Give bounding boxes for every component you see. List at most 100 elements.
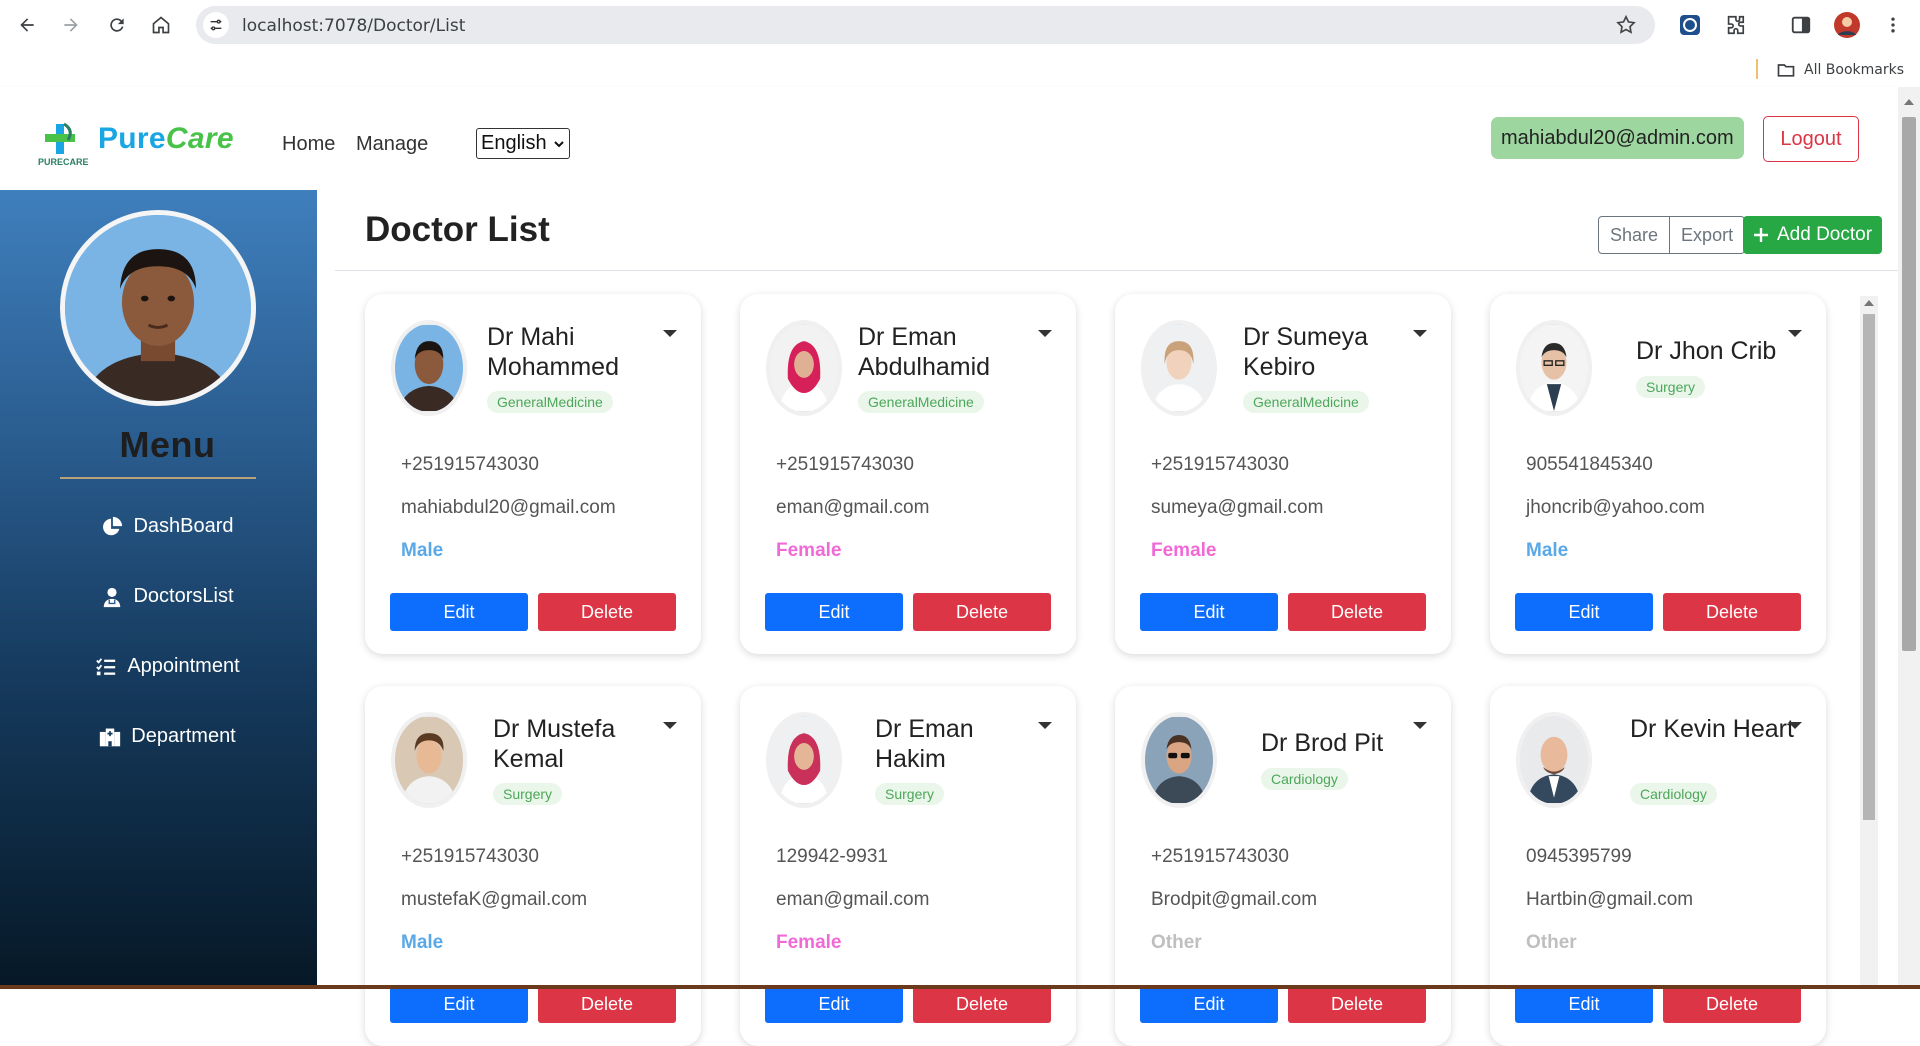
delete-button[interactable]: Delete [1288,985,1426,1023]
delete-button[interactable]: Delete [1663,593,1801,631]
delete-button[interactable]: Delete [1288,593,1426,631]
doctor-phone: +251915743030 [401,454,539,475]
doctor-name: Dr Mahi Mohammed [487,323,619,381]
department-badge: Surgery [1636,376,1706,398]
doctor-card: Dr Brod Pit Cardiology +251915743030 Bro… [1115,686,1451,1046]
cards-scroll-thumb[interactable] [1863,314,1875,820]
department-badge: GeneralMedicine [487,391,613,413]
home-icon[interactable] [146,10,176,40]
side-panel-icon[interactable] [1788,12,1814,38]
card-dropdown-caret-icon[interactable] [663,330,677,337]
browser-chrome: localhost:7078/Doctor/List All Bookmarks [0,0,1920,87]
doctor-name: Dr Mustefa Kemal [493,715,616,773]
doctor-name: Dr Jhon Crib [1636,337,1777,365]
doctor-email: Hartbin@gmail.com [1526,889,1694,910]
main-content: Doctor List Share Export Add Doctor Dr M… [317,190,1898,1046]
card-dropdown-caret-icon[interactable] [663,722,677,729]
cards-scrollbar[interactable] [1860,296,1878,989]
delete-button[interactable]: Delete [538,985,676,1023]
doctor-photo [766,712,842,808]
profile-avatar-icon[interactable] [1834,12,1860,38]
card-dropdown-caret-icon[interactable] [1413,330,1427,337]
department-badge: Cardiology [1261,768,1348,790]
doctor-gender: Female [776,932,842,953]
logout-button[interactable]: Logout [1763,116,1859,162]
doctor-photo [391,320,467,416]
extension-app-icon[interactable] [1677,12,1703,38]
address-bar[interactable]: localhost:7078/Doctor/List [196,6,1655,44]
delete-button[interactable]: Delete [538,593,676,631]
reload-icon[interactable] [102,10,132,40]
delete-button[interactable]: Delete [913,593,1051,631]
all-bookmarks-button[interactable]: All Bookmarks [1776,60,1904,80]
export-button[interactable]: Export [1670,216,1746,254]
sidebar-item-dashboard[interactable]: DashBoard [0,515,335,538]
checklist-icon [96,657,116,675]
browser-toolbar: localhost:7078/Doctor/List [0,0,1920,50]
edit-button[interactable]: Edit [765,593,903,631]
edit-button[interactable]: Edit [390,985,528,1023]
card-dropdown-caret-icon[interactable] [1788,330,1802,337]
bookmarks-separator [1756,59,1758,79]
doctor-phone: 0945395799 [1526,846,1632,867]
bookmark-star-icon[interactable] [1615,14,1637,36]
edit-button[interactable]: Edit [1515,593,1653,631]
doctor-gender: Male [401,932,444,953]
purecare-logo[interactable]: PURECARE PureCare [38,120,234,168]
menu-title: Menu [119,424,216,465]
user-avatar [60,210,256,406]
hospital-icon [100,728,121,746]
card-dropdown-caret-icon[interactable] [1038,722,1052,729]
scroll-up-arrow-icon[interactable] [1904,99,1914,105]
language-select[interactable]: English [476,128,570,159]
doctor-gender: Male [1526,540,1569,561]
sidebar-item-label: Department [131,725,236,747]
doctor-email: mahiabdul20@gmail.com [401,497,616,518]
menu-divider [60,477,256,479]
doctor-photo [1516,320,1592,416]
delete-button[interactable]: Delete [1663,985,1801,1023]
url-text: localhost:7078/Doctor/List [242,16,466,36]
edit-button[interactable]: Edit [390,593,528,631]
doctor-phone: +251915743030 [1151,846,1289,867]
doctor-phone: +251915743030 [1151,454,1289,475]
doctor-card: Dr Eman Hakim Surgery 129942-9931 eman@g… [740,686,1076,1046]
scroll-up-arrow-icon[interactable] [1864,300,1874,306]
nav-manage-link[interactable]: Manage [356,133,428,156]
share-button[interactable]: Share [1598,216,1671,254]
edit-button[interactable]: Edit [1140,593,1278,631]
sidebar-item-department[interactable]: Department [0,725,335,748]
add-doctor-button[interactable]: Add Doctor [1743,216,1883,254]
card-dropdown-caret-icon[interactable] [1788,722,1802,729]
back-icon[interactable] [12,10,42,40]
doctor-email: sumeya@gmail.com [1151,497,1324,518]
department-badge: Surgery [493,783,563,805]
doctor-photo [1516,712,1592,808]
page-scroll-thumb[interactable] [1902,117,1916,651]
page-scrollbar[interactable] [1898,87,1920,989]
sidebar-item-doctorslist[interactable]: DoctorsList [0,585,335,608]
browser-menu-icon[interactable] [1880,12,1906,38]
sidebar: Menu DashBoard DoctorsList Appointment D… [0,190,317,989]
doctor-name: Dr Sumeya Kebiro [1243,323,1369,381]
user-email-chip[interactable]: mahiabdul20@admin.com [1491,117,1744,159]
card-dropdown-caret-icon[interactable] [1413,722,1427,729]
card-dropdown-caret-icon[interactable] [1038,330,1052,337]
edit-button[interactable]: Edit [1515,985,1653,1023]
doctor-icon [104,587,121,607]
bookmarks-bar: All Bookmarks [0,52,1920,87]
sidebar-item-appointment[interactable]: Appointment [0,655,335,678]
site-info-icon[interactable] [203,12,229,38]
doctor-card: Dr Sumeya Kebiro GeneralMedicine +251915… [1115,294,1451,654]
edit-button[interactable]: Edit [1140,985,1278,1023]
doctor-email: Brodpit@gmail.com [1151,889,1318,910]
doctor-cards-grid: Dr Mahi Mohammed GeneralMedicine +251915… [365,294,1845,1046]
forward-icon[interactable] [56,10,86,40]
nav-home-link[interactable]: Home [282,133,335,156]
edit-button[interactable]: Edit [765,985,903,1023]
app-header: PURECARE PureCare Home Manage English ma… [0,87,1898,190]
extensions-puzzle-icon[interactable] [1722,12,1748,38]
sidebar-item-label: DoctorsList [133,585,234,607]
delete-button[interactable]: Delete [913,985,1051,1023]
title-divider [335,270,1898,271]
